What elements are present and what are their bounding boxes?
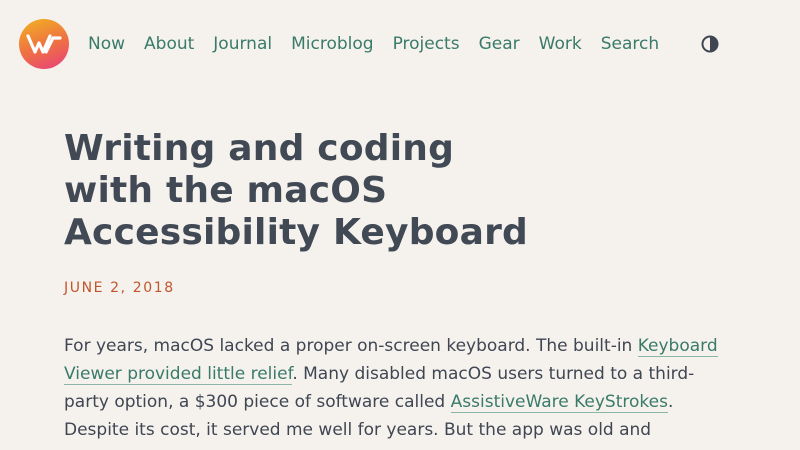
site-logo[interactable] [19, 19, 69, 69]
nav-link-about[interactable]: About [144, 33, 194, 55]
paragraph-text: For years, macOS lacked a proper on-scre… [64, 336, 638, 356]
article: Writing and coding with the macOS Access… [64, 128, 724, 450]
nav-link-work[interactable]: Work [539, 33, 582, 55]
contrast-toggle-icon[interactable] [701, 35, 719, 53]
title-line: Writing and coding [64, 128, 455, 169]
article-title: Writing and coding with the macOS Access… [64, 128, 724, 254]
assistiveware-keystrokes-link[interactable]: AssistiveWare KeyStrokes [450, 392, 668, 413]
nav-link-microblog[interactable]: Microblog [291, 33, 373, 55]
nav-link-projects[interactable]: Projects [393, 33, 460, 55]
logo-w-icon [26, 34, 62, 54]
nav-link-journal[interactable]: Journal [213, 33, 272, 55]
article-date: JUNE 2, 2018 [64, 280, 175, 296]
article-paragraph: For years, macOS lacked a proper on-scre… [64, 332, 724, 444]
nav-link-gear[interactable]: Gear [479, 33, 520, 55]
title-line: Accessibility Keyboard [64, 212, 529, 253]
nav-link-search[interactable]: Search [601, 33, 659, 55]
site-header: Now About Journal Microblog Projects Gea… [0, 0, 800, 90]
nav-link-now[interactable]: Now [88, 33, 125, 55]
main-nav: Now About Journal Microblog Projects Gea… [88, 33, 678, 55]
title-line: with the macOS [64, 170, 388, 211]
